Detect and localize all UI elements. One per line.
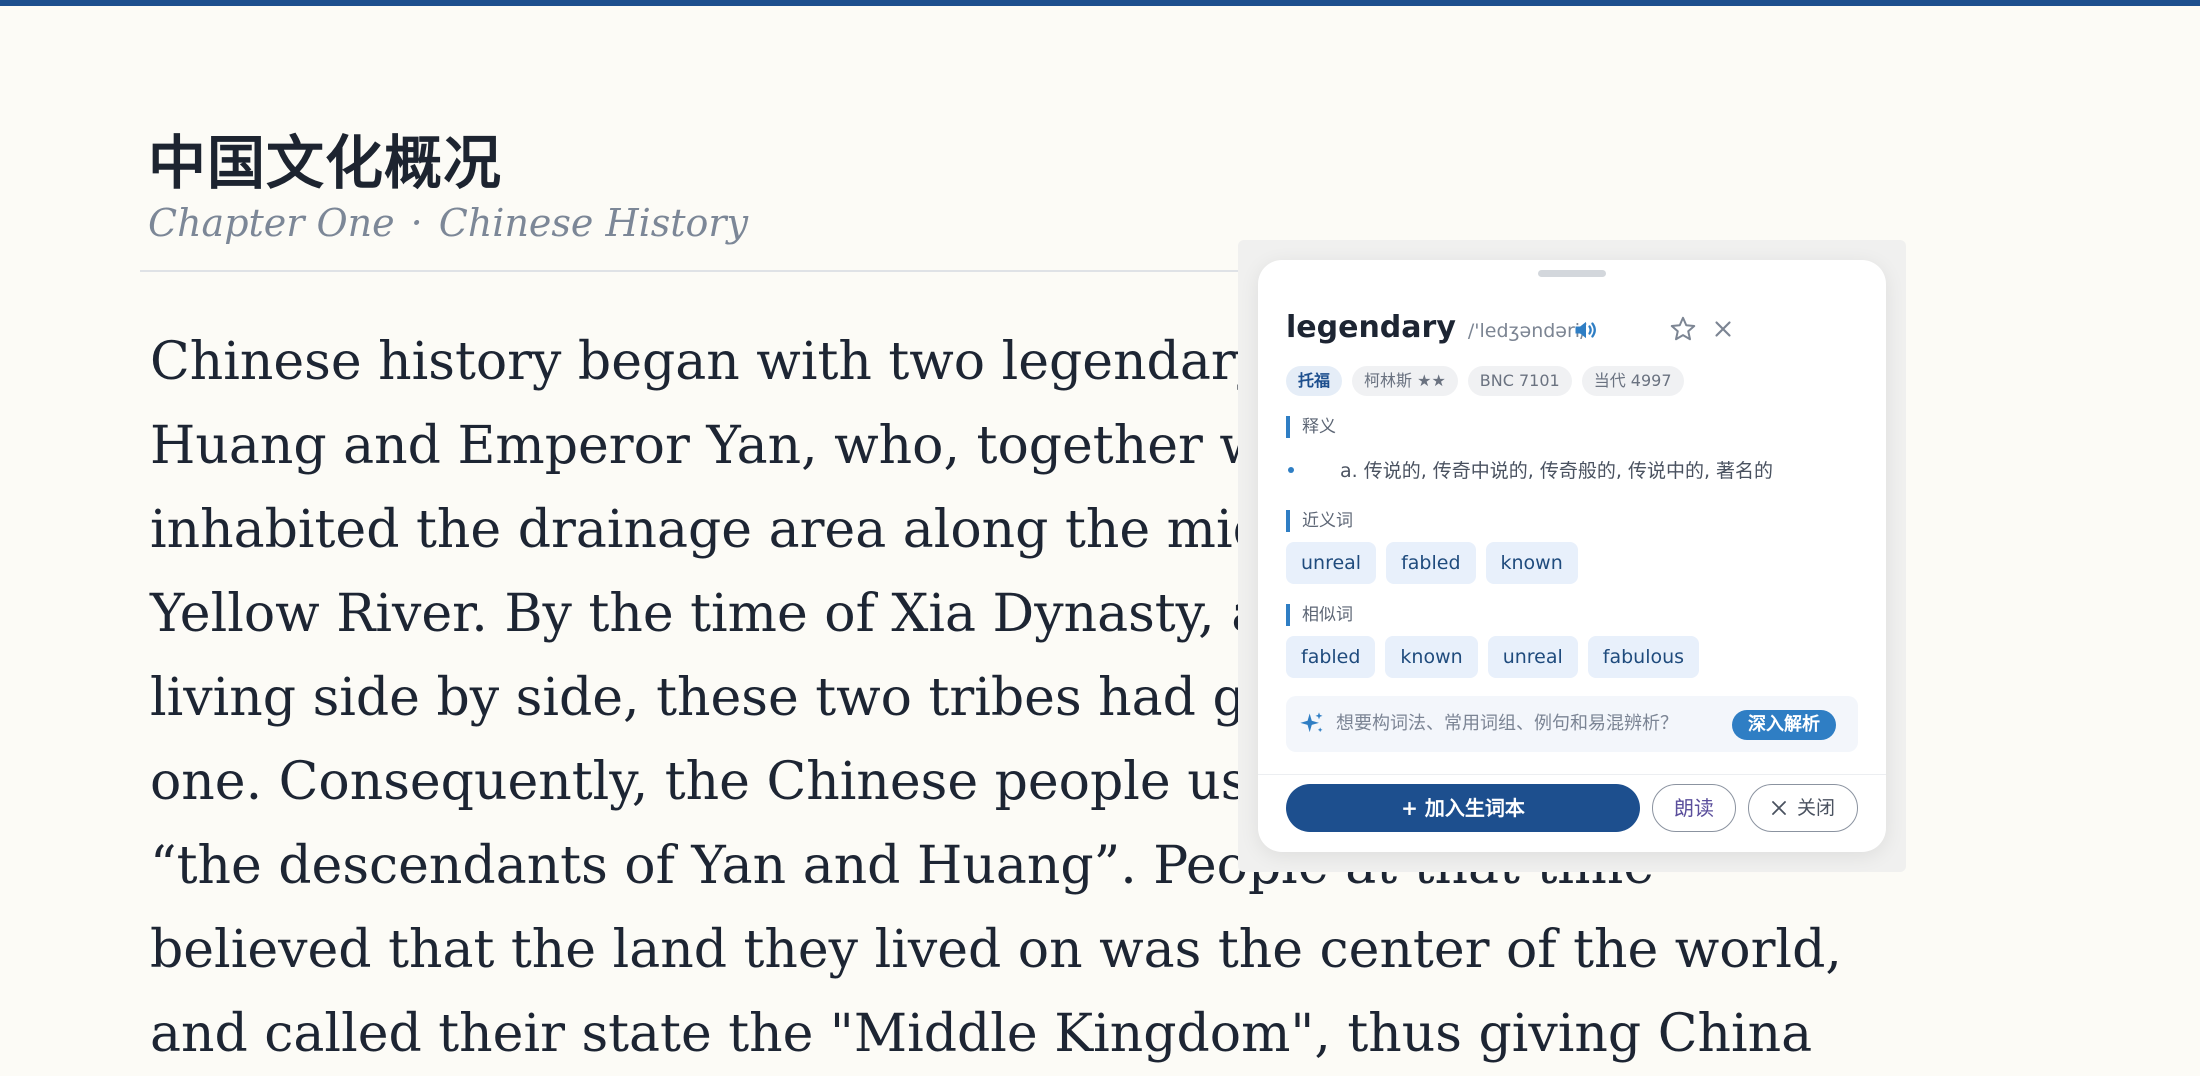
synonyms-list: unreal fabled known (1286, 542, 1578, 584)
word-tags: 托福 柯林斯 ★★ BNC 7101 当代 4997 (1286, 366, 1684, 396)
sparkle-icon (1300, 712, 1323, 733)
chapter-label: Chapter One (148, 201, 395, 245)
subtitle-separator: · (410, 201, 423, 245)
section-label: Chinese History (438, 201, 749, 245)
synonym-chip[interactable]: unreal (1286, 542, 1377, 584)
footer-divider (1258, 774, 1886, 775)
close-icon (1772, 801, 1786, 815)
similar-chip[interactable]: fabulous (1587, 636, 1700, 678)
chapter-subtitle: Chapter One · Chinese History (148, 200, 748, 246)
article-line[interactable]: believed that the land they lived on was… (150, 908, 1842, 992)
read-aloud-button[interactable]: 朗读 (1652, 784, 1736, 832)
close-icon[interactable] (1710, 316, 1736, 342)
coca-tag: 当代 4997 (1581, 366, 1684, 396)
add-to-vocab-button[interactable]: + 加入生词本 (1286, 784, 1640, 832)
deep-analysis-box: 想要构词法、常用词组、例句和易混辨析？ 深入解析 (1286, 696, 1858, 752)
page-title: 中国文化概况 (148, 129, 503, 197)
definition-text: a. 传说的, 传奇中说的, 传奇般的, 传说中的, 著名的 (1340, 460, 1774, 482)
similar-chip[interactable]: known (1385, 636, 1478, 678)
headword: legendary (1286, 310, 1456, 345)
speaker-icon[interactable] (1572, 316, 1600, 344)
close-popup-button[interactable]: 关闭 (1748, 784, 1858, 832)
exam-tag: 托福 (1286, 366, 1343, 396)
close-button-label: 关闭 (1796, 797, 1835, 819)
similar-label: 相似词 (1286, 604, 1353, 626)
synonyms-label: 近义词 (1286, 510, 1353, 532)
article-line[interactable]: and called their state the "Middle Kingd… (150, 992, 1812, 1076)
word-header: legendary /'ledʒəndəri/ (1286, 310, 1587, 350)
definition-label: 释义 (1286, 416, 1336, 438)
synonym-chip[interactable]: known (1485, 542, 1578, 584)
dictionary-popup: legendary /'ledʒəndəri/ 托福 柯林斯 ★★ BNC 71… (1258, 260, 1886, 852)
drag-handle[interactable] (1538, 270, 1606, 277)
bnc-tag: BNC 7101 (1467, 366, 1572, 396)
header-divider (140, 270, 1380, 272)
definition-bullet (1288, 466, 1294, 473)
deep-analysis-button[interactable]: 深入解析 (1732, 710, 1836, 740)
similar-list: fabled known unreal fabulous (1286, 636, 1700, 678)
definition-row: a. 传说的, 传奇中说的, 传奇般的, 传说中的, 著名的 (1286, 456, 1866, 486)
similar-chip[interactable]: fabled (1286, 636, 1376, 678)
similar-chip[interactable]: unreal (1487, 636, 1578, 678)
collins-tag: 柯林斯 ★★ (1352, 366, 1458, 396)
phonetic: /'ledʒəndəri/ (1467, 320, 1587, 342)
synonym-chip[interactable]: fabled (1386, 542, 1476, 584)
deep-analysis-prompt: 想要构词法、常用词组、例句和易混辨析？ (1336, 713, 1678, 734)
top-accent-bar (0, 0, 2200, 6)
star-icon[interactable] (1668, 314, 1698, 344)
